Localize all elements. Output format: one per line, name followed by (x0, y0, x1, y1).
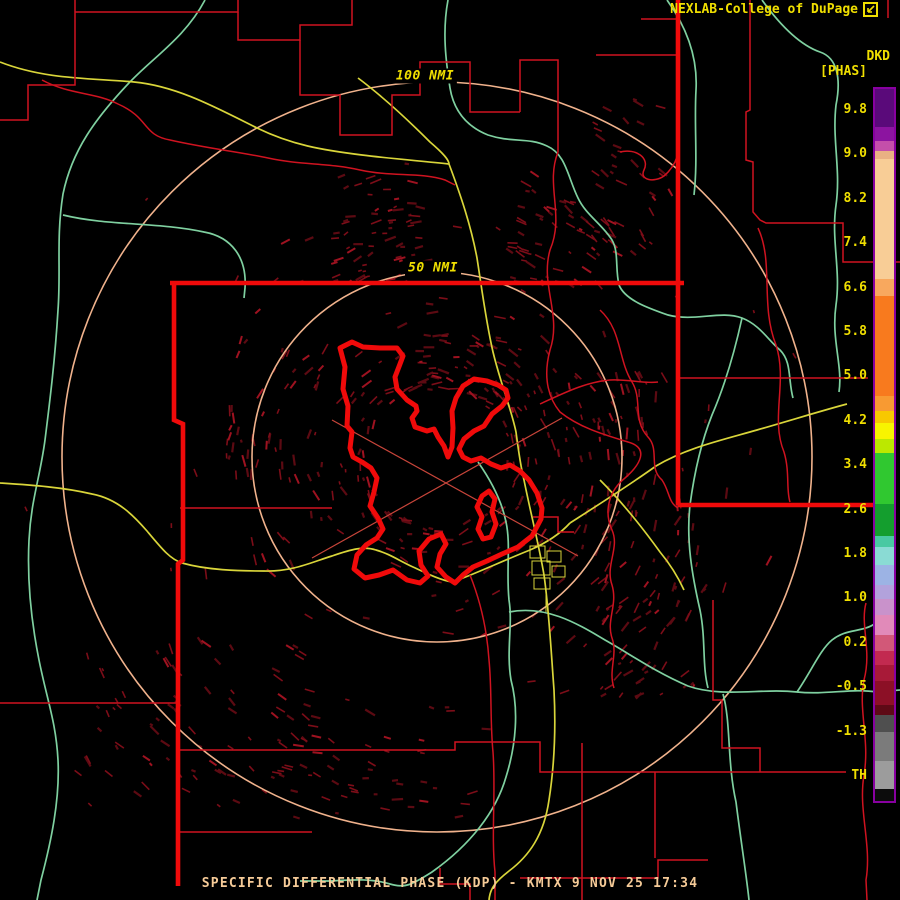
product-units: [PHAS] (820, 64, 867, 79)
colorbar-tick-label: 9.8 (843, 102, 867, 117)
colorbar-segment (875, 715, 894, 732)
colorbar-segment (875, 89, 894, 127)
colorbar-segment (875, 127, 894, 141)
colorbar-segment (875, 439, 894, 453)
colorbar-segment (875, 396, 894, 411)
colorbar-tick-label: -1.3 (835, 723, 867, 739)
map-line (722, 693, 750, 900)
colorbar-tick-label: TH (851, 768, 867, 783)
map-line (533, 577, 551, 590)
colorbar-segment (875, 585, 894, 599)
colorbar-segment (875, 615, 894, 635)
colorbar-segment (875, 547, 894, 565)
colorbar-tick-label: 1.8 (843, 546, 867, 561)
map-line (619, 150, 678, 181)
map-line (300, 461, 517, 887)
colorbar-segment (875, 504, 894, 536)
map-line (666, 0, 698, 196)
colorbar-segment (875, 411, 894, 423)
product-caption: SPECIFIC DIFFERENTIAL PHASE (KDP) - KMTX… (201, 876, 699, 891)
range-ring-label-50nmi: 50 NMI (405, 260, 461, 276)
map-line (469, 574, 496, 900)
colorbar-tick-label: 5.8 (843, 324, 867, 339)
map-line (757, 227, 791, 503)
colorbar-segment (875, 141, 894, 151)
colorbar-tick-label: 9.0 (843, 146, 867, 162)
colorbar-segment (875, 159, 894, 279)
colorbar-segment (875, 453, 894, 504)
map-line (712, 600, 761, 772)
colorbar-segment (875, 665, 894, 681)
map-line (599, 479, 685, 591)
colorbar-scale (873, 87, 896, 803)
colorbar-tick-label: 3.4 (843, 457, 867, 473)
cod-diagonal-arrow-logo-icon (863, 2, 878, 17)
map-line (331, 419, 579, 557)
colorbar-tick-label: 2.6 (843, 501, 867, 517)
range-ring-50nmi (251, 271, 623, 643)
colorbar-segment (875, 151, 894, 159)
colorbar-segment (875, 279, 894, 296)
product-code: DKD (866, 49, 890, 64)
colorbar-segment (875, 761, 894, 789)
colorbar-tick-label: 1.0 (843, 590, 867, 606)
colorbar-segment (875, 565, 894, 585)
map-line (539, 379, 659, 405)
colorbar-segment (875, 635, 894, 651)
map-line (299, 40, 520, 136)
colorbar-tick-label: 4.2 (843, 412, 867, 428)
range-ring-label-100nmi: 100 NMI (392, 68, 458, 84)
radar-display: 50 NMI 100 NMI NEXLAB-College of DuPage … (0, 0, 900, 900)
product-info: DKD [PHAS] (820, 49, 890, 79)
map-line (0, 0, 76, 121)
colorbar-segment (875, 681, 894, 705)
colorbar-tick-label: 0.2 (843, 634, 867, 650)
colorbar-tick-label: 6.6 (843, 279, 867, 295)
colorbar-tick-label: 7.4 (843, 235, 867, 251)
map-line (546, 550, 562, 563)
colorbar-tick-label: -0.5 (835, 679, 867, 695)
colorbar-segment (875, 705, 894, 715)
colorbar-segment (875, 732, 894, 761)
map-line (529, 545, 546, 559)
map-line (62, 214, 246, 299)
colorbar-tick-label: 5.0 (843, 368, 867, 384)
colorbar-segment (875, 599, 894, 615)
colorbar-segment (875, 651, 894, 665)
map-line (237, 0, 353, 41)
colorbar-tick-label: 8.2 (843, 190, 867, 206)
colorbar-segment (875, 423, 894, 439)
map-line (0, 482, 571, 583)
river-lines (27, 0, 900, 900)
state-border-west (171, 283, 186, 886)
colorbar-segment (875, 536, 894, 547)
brand-text: NEXLAB-College of DuPage (670, 2, 858, 17)
colorbar-segment (875, 296, 894, 396)
radar-map (0, 0, 900, 900)
map-line (75, 0, 239, 13)
colorbar-segment (875, 789, 894, 801)
map-line (519, 59, 559, 152)
road-lines (0, 61, 848, 900)
brand-header: NEXLAB-College of DuPage (670, 2, 878, 17)
state-border-lines (170, 0, 873, 886)
